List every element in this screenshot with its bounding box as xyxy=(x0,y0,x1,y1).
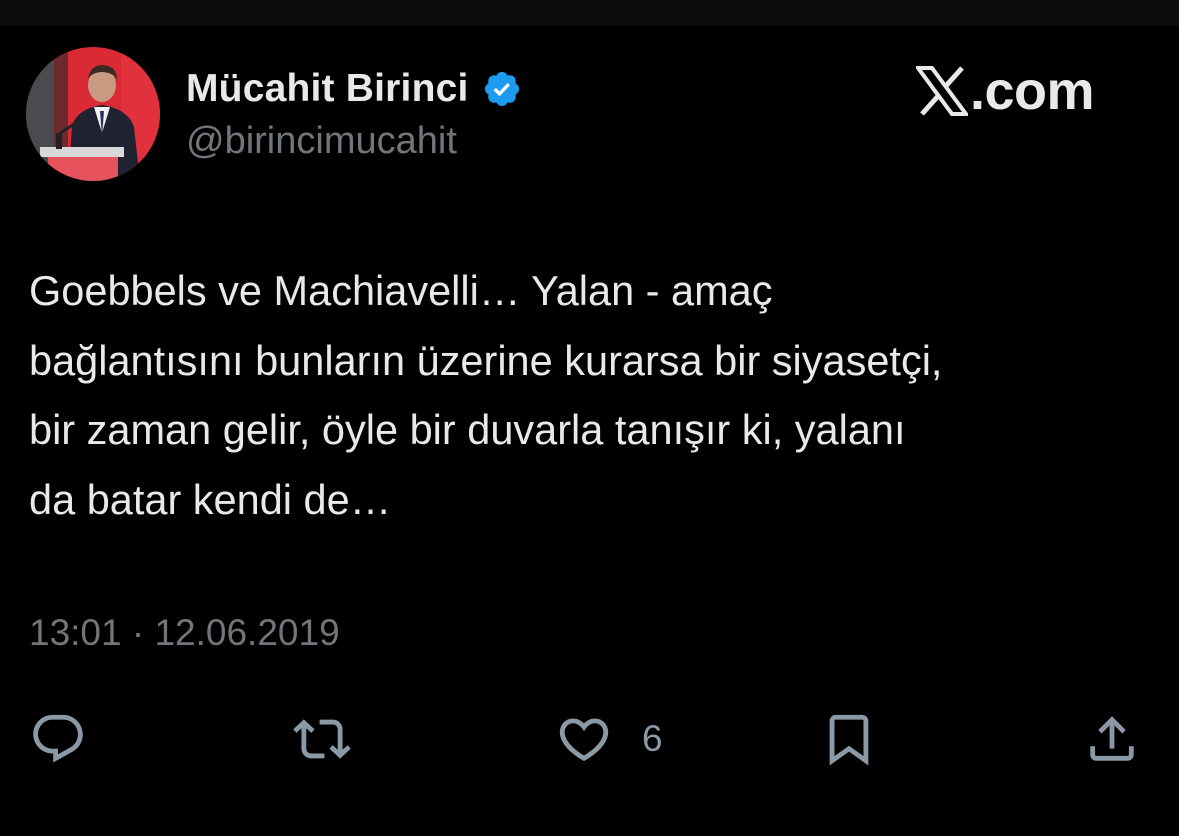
author-handle[interactable]: @birincimucahit xyxy=(186,120,457,163)
like-button[interactable]: 6 xyxy=(554,710,663,768)
tweet-text: Goebbels ve Machiavelli… Yalan - amaç ba… xyxy=(29,256,1169,534)
tweet-text-line: da batar kendi de… xyxy=(29,475,392,523)
tweet-text-line: bağlantısını bunların üzerine kurarsa bi… xyxy=(29,336,943,384)
bookmark-button[interactable] xyxy=(820,710,878,768)
author-name-row[interactable]: Mücahit Birinci xyxy=(186,63,522,115)
avatar-photo xyxy=(26,47,160,181)
verified-badge-icon xyxy=(482,69,522,109)
tweet-timestamp[interactable]: 13:01 · 12.06.2019 xyxy=(29,612,340,654)
reply-button[interactable] xyxy=(29,710,87,768)
tweet-text-line: Goebbels ve Machiavelli… Yalan - amaç xyxy=(29,267,773,314)
like-count: 6 xyxy=(642,718,663,759)
bookmark-icon xyxy=(820,710,878,768)
heart-icon xyxy=(554,710,614,768)
reply-icon xyxy=(29,710,87,768)
retweet-button[interactable] xyxy=(291,710,353,768)
x-logo-icon xyxy=(916,66,968,116)
display-name[interactable]: Mücahit Birinci xyxy=(186,67,469,111)
avatar[interactable] xyxy=(26,47,160,181)
share-icon xyxy=(1083,710,1141,768)
brand-domain-text: .com xyxy=(970,61,1095,121)
top-strip xyxy=(0,0,1179,26)
retweet-icon xyxy=(291,710,353,768)
action-bar: 6 xyxy=(0,700,1179,780)
tweet-text-line: bir zaman gelir, öyle bir duvarla tanışı… xyxy=(29,406,906,453)
brand-watermark: .com xyxy=(916,61,1095,121)
share-button[interactable] xyxy=(1083,710,1141,768)
